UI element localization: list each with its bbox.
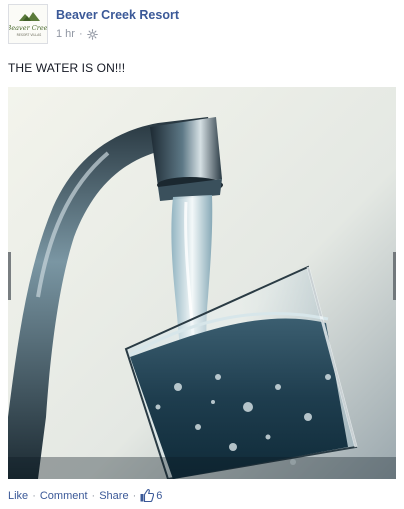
share-link[interactable]: Share: [99, 490, 128, 502]
post-header: Beaver Creek RESORT VILLAS Beaver Creek …: [8, 4, 398, 46]
page-name-link[interactable]: Beaver Creek Resort: [56, 8, 179, 22]
post-meta: 1 hr ·: [56, 28, 98, 40]
comment-link[interactable]: Comment: [40, 490, 88, 502]
meta-separator: ·: [78, 28, 83, 40]
post-timestamp[interactable]: 1 hr: [56, 28, 75, 40]
water-faucet-photo: [8, 87, 396, 479]
like-count-value: 6: [156, 489, 163, 502]
resort-logo-icon: Beaver Creek RESORT VILLAS: [9, 5, 48, 43]
like-link[interactable]: Like: [8, 490, 28, 502]
post-message: THE WATER IS ON!!!: [8, 61, 126, 75]
action-separator: ·: [91, 489, 96, 502]
svg-text:Beaver Creek: Beaver Creek: [9, 24, 48, 32]
post-actions: Like · Comment · Share · 6: [8, 489, 162, 502]
svg-text:RESORT VILLAS: RESORT VILLAS: [17, 33, 42, 37]
action-separator: ·: [132, 489, 137, 502]
like-count[interactable]: 6: [140, 489, 162, 502]
photo-next-handle[interactable]: [393, 252, 396, 300]
action-separator: ·: [32, 489, 36, 502]
page-avatar[interactable]: Beaver Creek RESORT VILLAS: [8, 4, 48, 44]
thumbs-up-icon: [140, 489, 155, 502]
photo-prev-handle[interactable]: [8, 252, 11, 300]
public-icon[interactable]: [86, 28, 98, 40]
post-photo[interactable]: [8, 87, 396, 479]
